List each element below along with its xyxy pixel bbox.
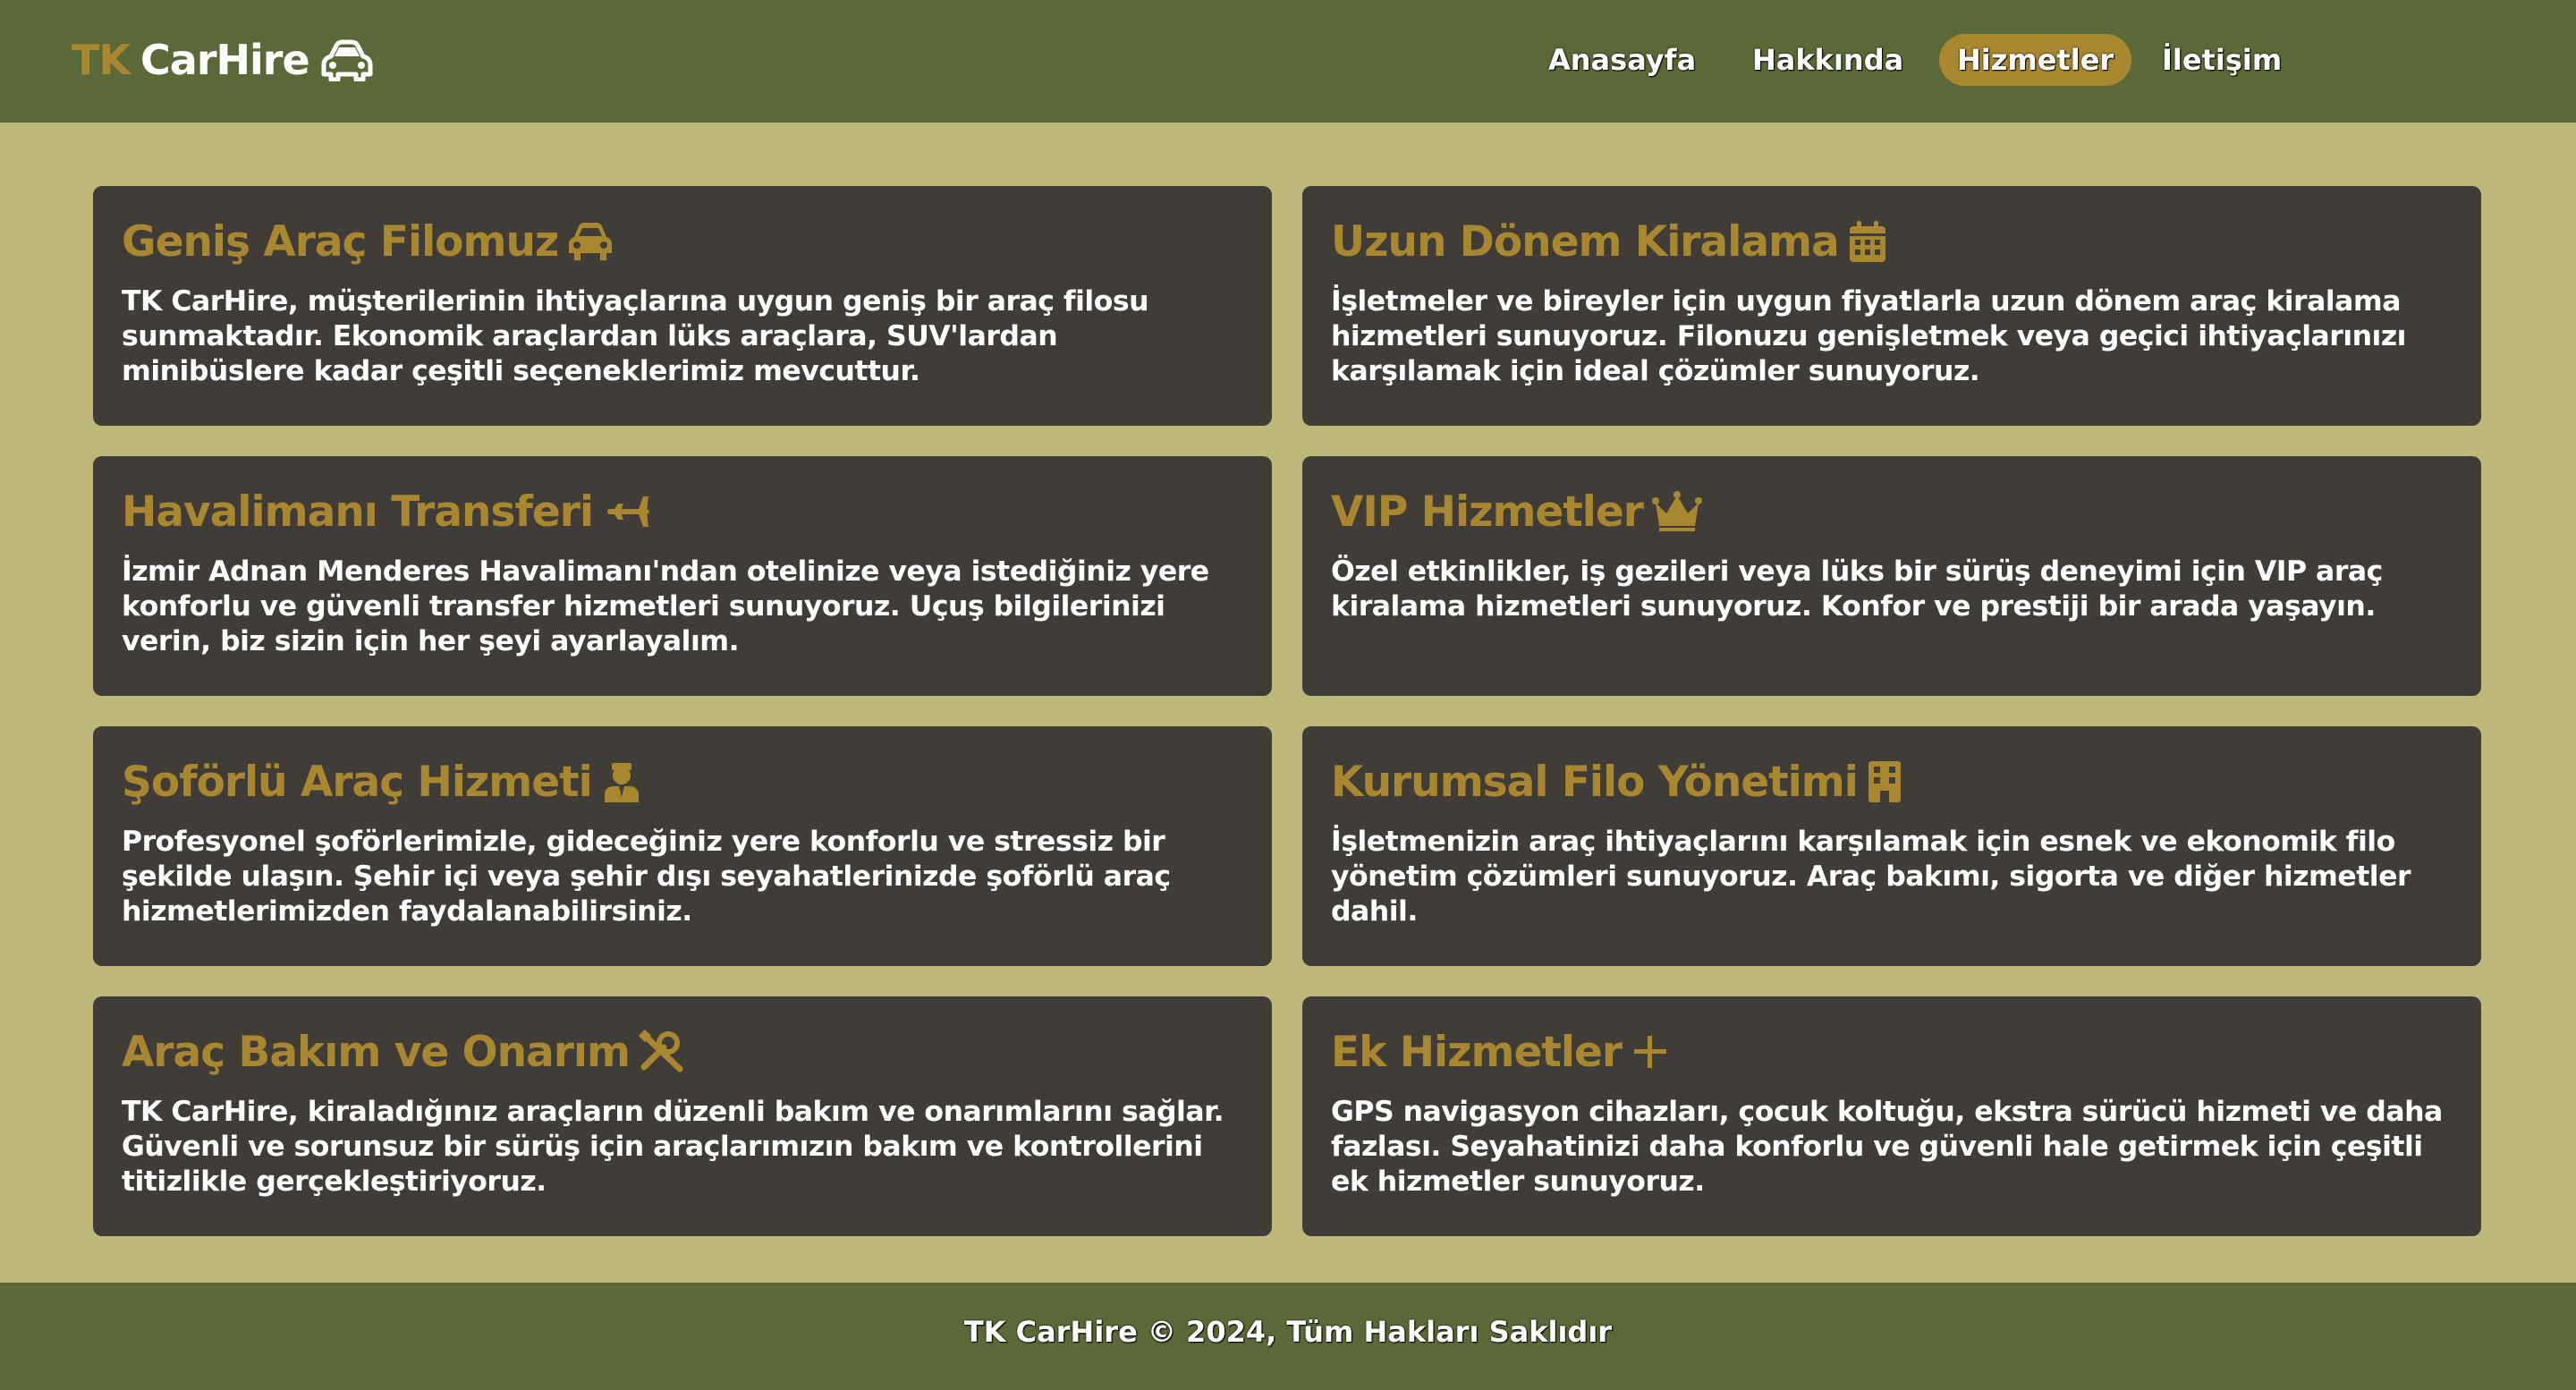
service-title: VIP Hizmetler <box>1331 485 2453 538</box>
service-title: Uzun Dönem Kiralama <box>1331 215 2453 268</box>
tools-icon <box>639 1030 685 1074</box>
service-card-airport: Havalimanı Transferi İzmir Adnan Mendere… <box>93 456 1272 696</box>
nav-anasayfa[interactable]: Anasayfa <box>1548 34 1696 86</box>
service-card-maintenance: Araç Bakım ve Onarım TK CarHire, kiralad… <box>93 996 1272 1236</box>
service-card-extras: Ek Hizmetler GPS navigasyon cihazları, ç… <box>1302 996 2481 1236</box>
service-description: TK CarHire, müşterilerinin ihtiyaçlarına… <box>122 285 1149 387</box>
service-description: Profesyonel şoförlerimizle, gideceğiniz … <box>122 826 1171 928</box>
site-header: TK CarHire Anasayfa Hakkında Hizmetler İ… <box>0 0 2576 123</box>
service-description: Özel etkinlikler, iş gezileri veya lüks … <box>1331 555 2383 623</box>
nav-hizmetler[interactable]: Hizmetler <box>1939 34 2132 86</box>
calendar-icon <box>1848 219 1887 264</box>
service-card-vip: VIP Hizmetler Özel etkinlikler, iş gezil… <box>1302 456 2481 696</box>
service-description: İzmir Adnan Menderes Havalimanı'ndan ote… <box>122 555 1209 657</box>
service-card-chauffeur: Şoförlü Araç Hizmeti Profesyonel şoförle… <box>93 726 1272 966</box>
service-title: Geniş Araç Filomuz <box>122 215 1243 268</box>
service-description: İşletmenizin araç ihtiyaçlarını karşılam… <box>1331 826 2411 928</box>
service-description: TK CarHire, kiraladığınız araçların düze… <box>122 1096 1224 1198</box>
service-title: Şoförlü Araç Hizmeti <box>122 755 1243 809</box>
nav-hakkinda[interactable]: Hakkında <box>1752 34 1903 86</box>
brand-logo[interactable]: TK CarHire <box>72 32 376 88</box>
brand-prefix: TK <box>72 36 131 84</box>
copyright-text: TK CarHire © 2024, Tüm Hakları Saklıdır <box>963 1315 1613 1349</box>
service-title: Araç Bakım ve Onarım <box>122 1025 1243 1079</box>
service-card-corporate: Kurumsal Filo Yönetimi İşletmenizin araç… <box>1302 726 2481 966</box>
service-description: İşletmeler ve bireyler için uygun fiyatl… <box>1331 285 2406 387</box>
crown-icon <box>1651 490 1702 533</box>
plane-icon <box>602 489 654 534</box>
service-title: Kurumsal Filo Yönetimi <box>1331 755 2453 809</box>
chauffeur-icon <box>601 759 642 804</box>
service-title: Havalimanı Transferi <box>122 485 1243 538</box>
car-icon <box>318 38 376 81</box>
plus-icon <box>1631 1032 1670 1072</box>
nav-iletisim[interactable]: İletişim <box>2162 34 2282 86</box>
service-card-long-term: Uzun Dönem Kiralama İşletmeler ve bireyl… <box>1302 186 2481 426</box>
service-description: GPS navigasyon cihazları, çocuk koltuğu,… <box>1331 1096 2443 1198</box>
brand-name: CarHire <box>140 36 310 84</box>
building-icon <box>1867 759 1902 804</box>
car-icon <box>567 221 614 262</box>
site-footer: TK CarHire © 2024, Tüm Hakları Saklıdır <box>0 1283 2576 1390</box>
service-card-fleet: Geniş Araç Filomuz TK CarHire, müşterile… <box>93 186 1272 426</box>
service-title: Ek Hizmetler <box>1331 1025 2453 1079</box>
